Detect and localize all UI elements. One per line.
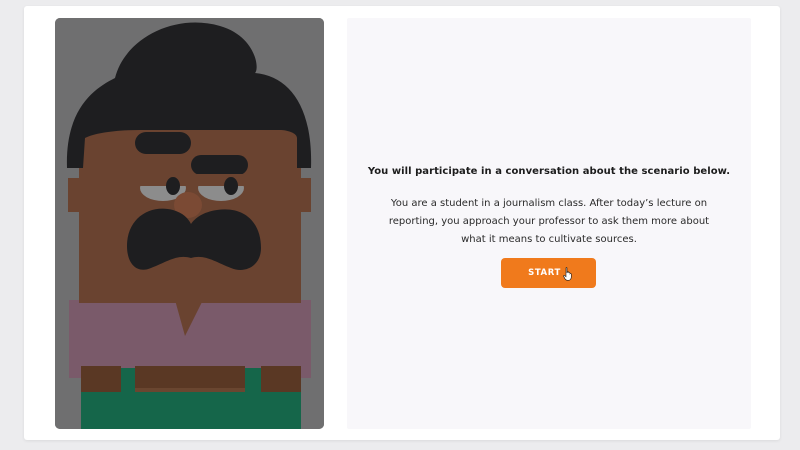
start-button[interactable]: START [501, 258, 596, 288]
scenario-instruction: You will participate in a conversation a… [367, 166, 731, 177]
scenario-panel: You will participate in a conversation a… [347, 18, 751, 429]
character-panel [55, 18, 324, 429]
hand-pointer-icon [563, 267, 572, 281]
scenario-card: You will participate in a conversation a… [24, 6, 780, 440]
start-button-label: START [528, 268, 561, 278]
character-illustration-icon [55, 18, 324, 429]
scenario-description: You are a student in a journalism class.… [388, 198, 710, 245]
